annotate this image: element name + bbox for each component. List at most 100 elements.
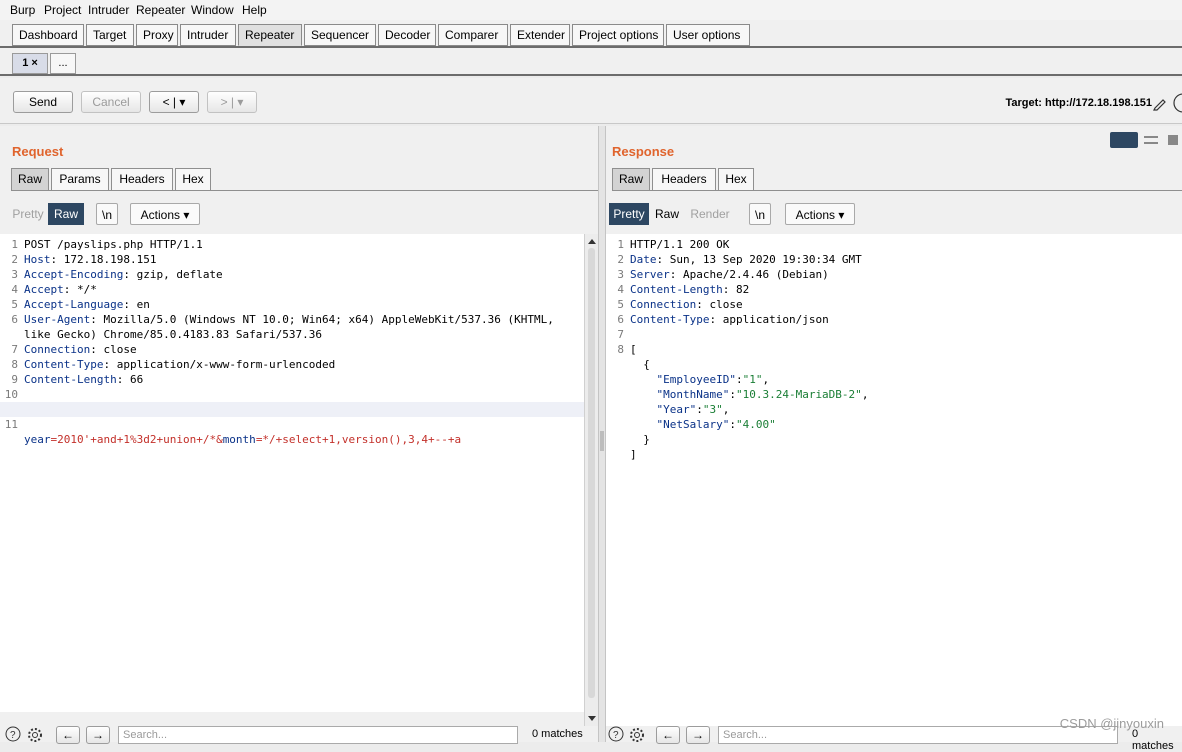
line-number: 4 (617, 283, 624, 296)
line-text: "EmployeeID":"1", (630, 373, 770, 386)
scroll-down-icon (588, 716, 596, 721)
line-text: Content-Type: application/json (630, 313, 829, 326)
line-number: 6 (11, 313, 18, 326)
layout-side-by-side-icon[interactable] (1110, 132, 1138, 148)
response-pane: Response Raw Headers Hex Pretty Raw Rend… (606, 126, 1182, 752)
line-text: [ (630, 343, 637, 356)
request-pretty-toggle[interactable]: Pretty (10, 203, 46, 225)
tab-decoder[interactable]: Decoder (378, 24, 436, 46)
line-text: "MonthName":"10.3.24-MariaDB-2", (630, 388, 869, 401)
line-text: Host: 172.18.198.151 (24, 253, 157, 266)
forward-button[interactable]: > | ▾ (207, 91, 257, 113)
tab-extender[interactable]: Extender (510, 24, 570, 46)
help-icon[interactable]: ? (5, 726, 21, 742)
main-tab-bar: Dashboard Target Proxy Intruder Repeater… (0, 20, 1182, 48)
response-newline-toggle[interactable]: \n (749, 203, 771, 225)
back-button[interactable]: < | ▾ (149, 91, 199, 113)
svg-text:?: ? (613, 730, 619, 741)
request-editor[interactable]: 1 POST /payslips.php HTTP/1.1 2 Host: 172.1… (0, 234, 584, 712)
menu-help[interactable]: Help (242, 3, 267, 17)
line-number: 5 (617, 298, 624, 311)
line-number: 1 (617, 238, 624, 251)
line-text: "NetSalary":"4.00" (630, 418, 776, 431)
request-actions-dropdown[interactable]: Actions ▾ (130, 203, 200, 225)
line-number: 3 (11, 268, 18, 281)
menu-window[interactable]: Window (191, 3, 234, 17)
request-search-input[interactable]: Search... (118, 726, 518, 744)
svg-text:?: ? (10, 730, 16, 741)
menu-burp[interactable]: Burp (10, 3, 35, 17)
response-tab-hex[interactable]: Hex (718, 168, 754, 191)
tab-repeater[interactable]: Repeater (238, 24, 302, 46)
repeater-tab-add[interactable]: ... (50, 53, 76, 74)
tab-project-options[interactable]: Project options (572, 24, 664, 46)
line-text: { (630, 358, 650, 371)
response-pretty-toggle[interactable]: Pretty (609, 203, 649, 225)
request-tab-headers[interactable]: Headers (111, 168, 173, 191)
tab-comparer[interactable]: Comparer (438, 24, 508, 46)
help-circle-icon[interactable] (1172, 92, 1182, 114)
pane-splitter[interactable] (598, 126, 606, 742)
request-tab-raw[interactable]: Raw (11, 168, 49, 191)
edit-pencil-icon[interactable] (1152, 95, 1168, 111)
line-text: Accept-Language: en (24, 298, 150, 311)
line-text: Content-Length: 66 (24, 373, 144, 386)
request-newline-toggle[interactable]: \n (96, 203, 118, 225)
line-number: 7 (11, 343, 18, 356)
divider (11, 190, 598, 191)
line-number: 6 (617, 313, 624, 326)
line-text: POST /payslips.php HTTP/1.1 (24, 238, 203, 251)
repeater-toolbar: Send Cancel < | ▾ > | ▾ Target: http://1… (0, 78, 1182, 124)
layout-stacked-icon[interactable] (1144, 136, 1158, 144)
line-number: 5 (11, 298, 18, 311)
line-text: Date: Sun, 13 Sep 2020 19:30:34 GMT (630, 253, 862, 266)
send-button[interactable]: Send (13, 91, 73, 113)
response-actions-dropdown[interactable]: Actions ▾ (785, 203, 855, 225)
line-text: Content-Type: application/x-www-form-url… (24, 358, 336, 371)
line-number: 2 (11, 253, 18, 266)
menu-project[interactable]: Project (44, 3, 81, 17)
line-text: Content-Length: 82 (630, 283, 750, 296)
response-search-input[interactable]: Search... (718, 726, 1118, 744)
search-prev-button[interactable]: ← (56, 726, 80, 744)
request-tab-params[interactable]: Params (51, 168, 109, 191)
request-tab-hex[interactable]: Hex (175, 168, 211, 191)
line-number: 1 (11, 238, 18, 251)
request-raw-toggle[interactable]: Raw (48, 203, 84, 225)
response-render-toggle[interactable]: Render (685, 203, 735, 225)
request-body-line: 11 year=2010'+and+1%3d2+union+/*&month=*… (0, 402, 584, 446)
settings-gear-icon[interactable] (628, 726, 646, 742)
layout-tabs-icon[interactable] (1168, 135, 1178, 145)
line-text: } (630, 433, 650, 446)
search-next-button[interactable]: → (686, 726, 710, 744)
menu-repeater[interactable]: Repeater (136, 3, 185, 17)
help-icon[interactable]: ? (608, 726, 624, 742)
line-text: HTTP/1.1 200 OK (630, 238, 730, 251)
response-editor[interactable]: 1 HTTP/1.1 200 OK 2 Date: Sun, 13 Sep 2020 … (606, 234, 1182, 726)
tab-intruder[interactable]: Intruder (180, 24, 236, 46)
divider (612, 190, 1182, 191)
line-number: 3 (617, 268, 624, 281)
target-url: Target: http://172.18.198.151 (1005, 97, 1152, 109)
response-tab-raw[interactable]: Raw (612, 168, 650, 191)
tab-proxy[interactable]: Proxy (136, 24, 178, 46)
tab-target[interactable]: Target (86, 24, 134, 46)
line-text: Connection: close (24, 343, 137, 356)
search-next-button[interactable]: → (86, 726, 110, 744)
request-scrollbar[interactable] (584, 234, 598, 726)
menu-intruder[interactable]: Intruder (88, 3, 129, 17)
tab-user-options[interactable]: User options (666, 24, 750, 46)
line-text: User-Agent: Mozilla/5.0 (Windows NT 10.0… (24, 313, 554, 326)
settings-gear-icon[interactable] (26, 726, 44, 742)
cancel-button[interactable]: Cancel (81, 91, 141, 113)
tab-sequencer[interactable]: Sequencer (304, 24, 376, 46)
search-prev-button[interactable]: ← (656, 726, 680, 744)
splitter-handle[interactable] (600, 431, 604, 451)
line-text: Accept: */* (24, 283, 97, 296)
scroll-thumb[interactable] (588, 248, 595, 698)
scroll-up-icon (588, 239, 596, 244)
tab-dashboard[interactable]: Dashboard (12, 24, 84, 46)
repeater-tab-1[interactable]: 1 × (12, 53, 48, 74)
response-tab-headers[interactable]: Headers (652, 168, 716, 191)
response-raw-toggle[interactable]: Raw (651, 203, 683, 225)
